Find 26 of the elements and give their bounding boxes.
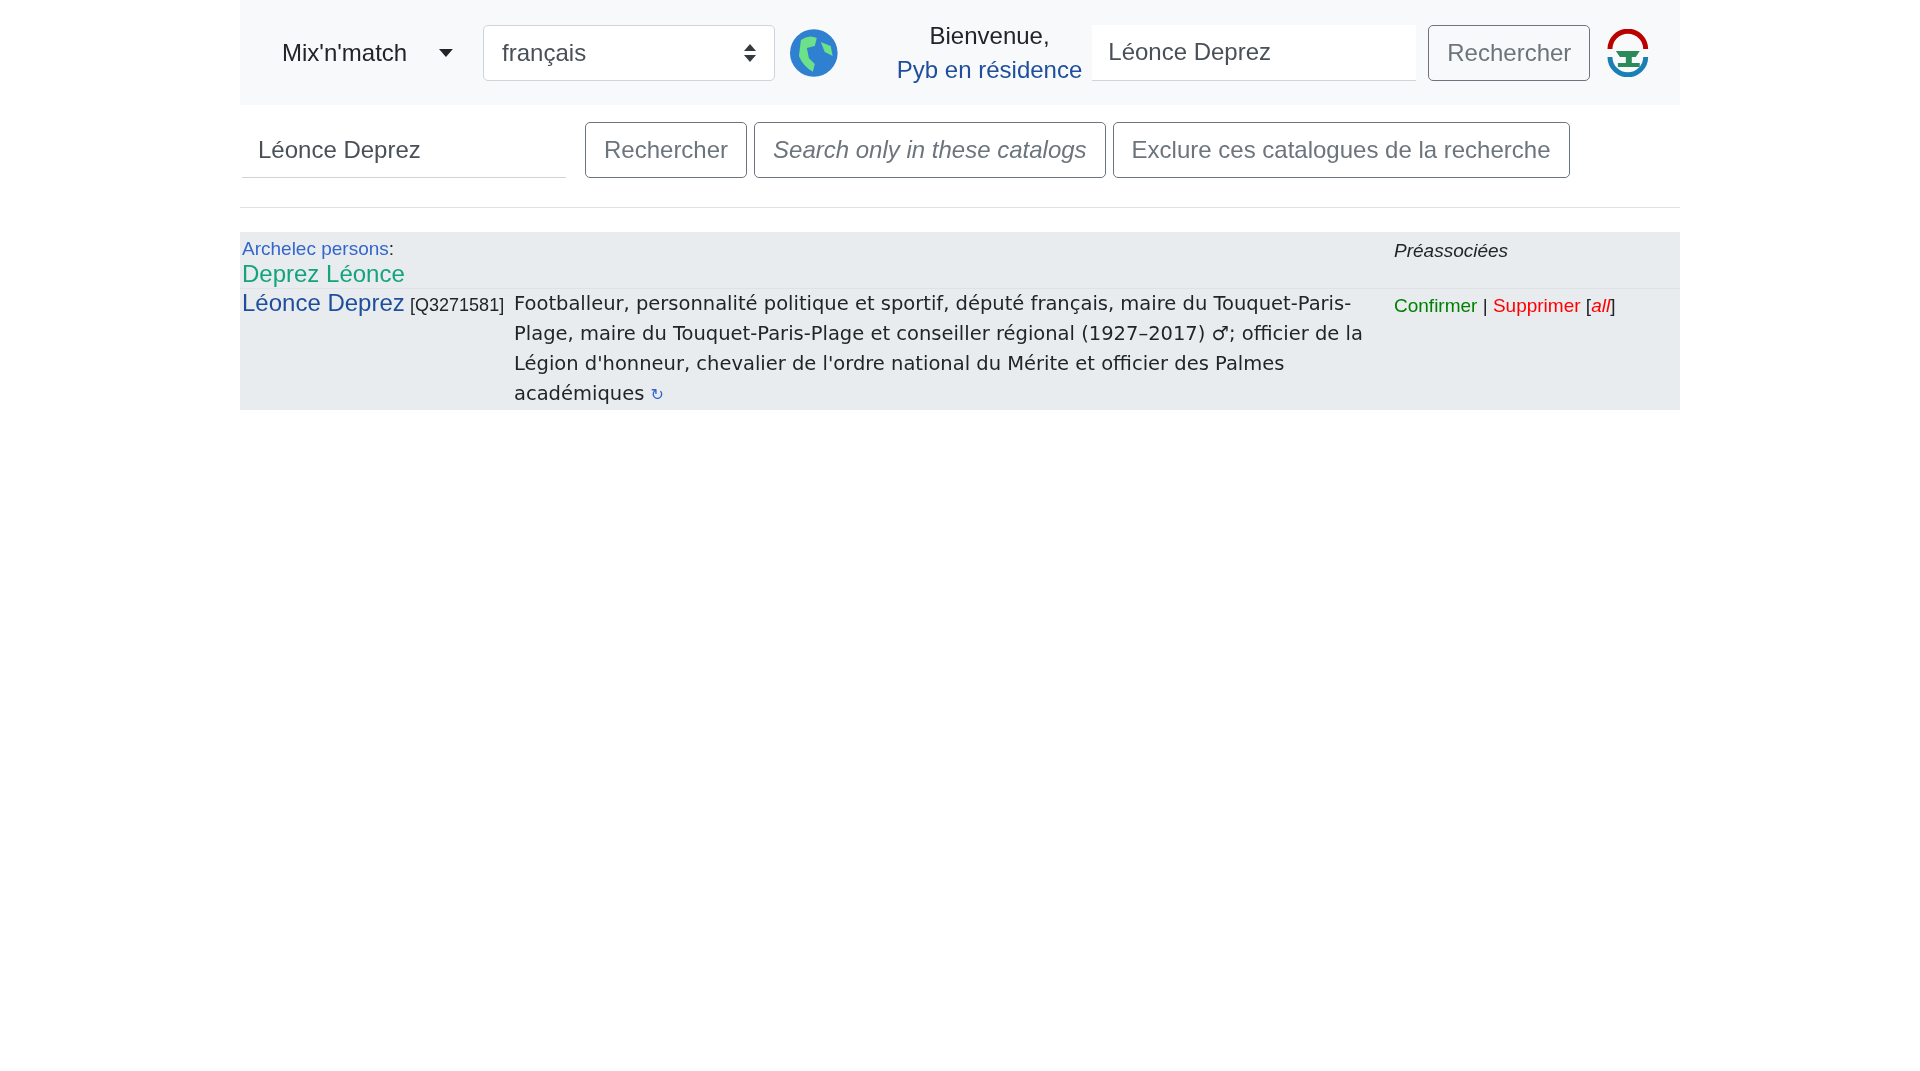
divider-text: | — [1482, 295, 1488, 316]
catalog-link[interactable]: Archelec persons — [242, 238, 389, 259]
confirm-link[interactable]: Confirmer — [1394, 295, 1478, 316]
separator-text: : — [388, 238, 395, 259]
entry-link[interactable]: Deprez Léonce — [242, 260, 405, 287]
bracket-text: ] — [1610, 295, 1616, 316]
all-link[interactable]: all — [1591, 295, 1611, 316]
welcome-text: Bienvenue, — [929, 20, 1050, 51]
search-option-button[interactable]: Search only in these catalogs — [754, 122, 1106, 178]
item-link[interactable]: Léonce Deprez — [242, 289, 405, 316]
search-option-button[interactable]: Exclure ces catalogues de la recherche — [1112, 122, 1570, 178]
search-option-button[interactable]: Rechercher — [585, 122, 748, 178]
description-text: Footballeur, personnalité politique et sportif, député français, maire du Touquet-Paris-Plage, maire du Touquet-Paris-Plage et conseiller régional (1927–2017) ♂; officier de la Légion d'honneur, chevalier de l'ordre national du Mérite et officier des Palmes académiques ↻ — [512, 288, 1392, 410]
remove-link[interactable]: Supprimer — [1492, 295, 1581, 316]
search-button[interactable]: Rechercher — [1428, 24, 1591, 81]
search-field[interactable]: Léonce Deprez — [1092, 24, 1417, 81]
sort-arrows-icon — [744, 43, 757, 62]
brand-menu[interactable]: Mix'n'match — [282, 38, 408, 67]
language-select[interactable]: français — [483, 24, 776, 81]
globe-icon[interactable] — [789, 27, 839, 78]
user-link[interactable]: Pyb en résidence — [896, 52, 1083, 87]
refresh-link[interactable]: ↻ — [650, 385, 664, 404]
status-text: Préassociées — [1394, 240, 1509, 261]
bracket-text: [ — [1585, 295, 1592, 316]
caret-icon[interactable] — [439, 48, 454, 57]
qid-text: [Q3271581] — [410, 295, 505, 315]
